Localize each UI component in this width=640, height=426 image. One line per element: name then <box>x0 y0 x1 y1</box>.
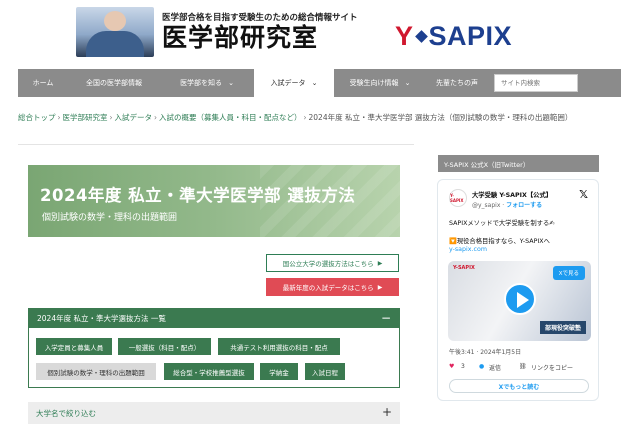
media-banner: 部現役突破塾 <box>539 321 586 334</box>
hero-banner: 2024年度 私立・準大学医学部 選抜方法 個別試験の数学・理科の出題範囲 <box>28 165 400 237</box>
chip-enrollment[interactable]: 入学定員と募集人員 <box>36 338 112 355</box>
copy-link-label[interactable]: リンクをコピー <box>531 363 573 372</box>
tweet-text-line: SAPIXメソッドで大学受験を制する✍ <box>449 220 555 227</box>
reply-label[interactable]: 返信 <box>489 363 501 372</box>
read-more-button[interactable]: Xでもっと読む <box>449 379 589 393</box>
chevron-down-icon: ⌄ <box>311 79 318 87</box>
chevron-down-icon: ⌄ <box>228 79 234 87</box>
nav-item-home[interactable]: ホーム <box>18 69 68 97</box>
doctor-image <box>76 7 154 57</box>
tweet-timestamp[interactable]: 午後3:41 · 2024年1月5日 <box>449 347 521 356</box>
logo-text: 医学部合格を目指す受験生のための総合情報サイト 医学部研究室 <box>162 11 358 53</box>
media-brand: Y-SAPIX <box>453 265 475 271</box>
breadcrumb-link-data[interactable]: 入試データ <box>115 113 153 122</box>
diamond-icon <box>414 29 428 43</box>
nav-item-student-info[interactable]: 受験生向け情報 ⌄ <box>334 69 426 97</box>
tweet-author-name[interactable]: 大学受験 Y-SAPIX【公式】 <box>472 190 552 199</box>
reply-icon[interactable]: ● <box>479 363 484 370</box>
tweet-text-line: 🔽現役合格目指すなら、Y-SAPIXへ <box>449 238 550 245</box>
site-title: 医学部研究室 <box>162 23 319 52</box>
nav-item-medical-info[interactable]: 全国の医学部情報 <box>68 69 160 97</box>
breadcrumb: 総合トップ › 医学部研究室 › 入試データ › 入試の概要（募集人員・科目・配点など） › 2… <box>18 113 573 122</box>
chip-common-test[interactable]: 共通テスト利用選抜の科目・配点 <box>218 338 340 355</box>
heart-icon[interactable]: ♥ <box>449 363 454 370</box>
chevron-down-icon: ⌄ <box>404 79 411 87</box>
link-icon[interactable]: ⛓ <box>519 363 527 370</box>
page-subtitle: 個別試験の数学・理科の出題範囲 <box>42 213 178 223</box>
site-logo[interactable]: 医学部合格を目指す受験生のための総合情報サイト 医学部研究室 <box>76 6 378 58</box>
tweet-handle: @y_sapix · フォローする <box>472 202 543 209</box>
arrow-right-icon: ▶ <box>377 283 383 291</box>
like-count: 3 <box>461 363 465 370</box>
chip-schedule[interactable]: 入試日程 <box>305 363 345 380</box>
tweet-link[interactable]: y-sapix.com <box>449 246 487 253</box>
search-input[interactable] <box>494 74 578 92</box>
chip-recommendation[interactable]: 総合型・学校推薦型選抜 <box>164 363 254 380</box>
nav-item-senior-voices[interactable]: 先輩たちの声 <box>426 69 488 97</box>
national-selection-link-button[interactable]: 国公立大学の選抜方法はこちら ▶ <box>266 254 399 272</box>
chip-general-selection[interactable]: 一般選抜（科目・配点） <box>118 338 211 355</box>
ysapix-logo-sapix: SAPIX <box>428 20 513 51</box>
site-header: 医学部合格を目指す受験生のための総合情報サイト 医学部研究室 Y SAPIX <box>0 0 640 66</box>
breadcrumb-link-top[interactable]: 総合トップ <box>18 113 56 122</box>
panel-header[interactable]: 2024年度 私立・準大学選抜方法 一覧 − <box>29 309 399 328</box>
ysapix-logo[interactable]: Y SAPIX <box>395 20 513 51</box>
panel-title: 2024年度 私立・準大学選抜方法 一覧 <box>37 314 166 323</box>
collapse-icon[interactable]: − <box>381 311 391 325</box>
filter-label: 大学名で絞り込む <box>36 408 96 418</box>
page-title: 2024年度 私立・準大学医学部 選抜方法 <box>40 186 356 205</box>
tweet-video[interactable]: Y-SAPIX Xで見る 部現役突破塾 <box>448 261 591 341</box>
arrow-right-icon: ▶ <box>377 259 383 267</box>
site-tagline: 医学部合格を目指す受験生のための総合情報サイト <box>162 13 358 23</box>
latest-data-link-button[interactable]: 最新年度の入試データはこちら ▶ <box>266 278 399 296</box>
nav-item-know-medical[interactable]: 医学部を知る ⌄ <box>160 69 254 97</box>
view-on-x-button[interactable]: Xで見る <box>552 266 585 280</box>
main-nav: ホーム 全国の医学部情報 医学部を知る ⌄ 入試データ ⌄ 受験生向け情報 ⌄ 先輩た… <box>18 69 621 97</box>
follow-link[interactable]: フォローする <box>506 202 542 209</box>
ysapix-logo-y: Y <box>395 20 414 51</box>
embedded-tweet[interactable]: Y-SAPIX 大学受験 Y-SAPIX【公式】 @y_sapix · フォロー… <box>437 179 599 401</box>
play-icon[interactable] <box>504 283 536 315</box>
nav-item-exam-data[interactable]: 入試データ ⌄ <box>254 69 334 97</box>
university-filter-toggle[interactable]: 大学名で絞り込む + <box>28 402 400 424</box>
expand-icon: + <box>381 405 392 419</box>
breadcrumb-link-lab[interactable]: 医学部研究室 <box>63 113 108 122</box>
chip-exam-scope[interactable]: 個別試験の数学・理科の出題範囲 <box>36 363 156 380</box>
chip-tuition[interactable]: 学納金 <box>260 363 298 380</box>
tweet-actions: ♥ 3 ● 返信 ⛓ リンクをコピー <box>449 363 589 373</box>
divider <box>18 144 414 145</box>
sidebar-heading: Y-SAPIX 公式X（旧Twitter） <box>438 155 599 172</box>
avatar[interactable]: Y-SAPIX <box>449 189 467 207</box>
breadcrumb-current: 2024年度 私立・準大学医学部 選抜方法（個別試験の数学・理科の出題範囲） <box>308 113 573 122</box>
x-logo-icon[interactable]: 𝕏 <box>579 188 588 201</box>
breadcrumb-link-overview[interactable]: 入試の概要（募集人員・科目・配点など） <box>159 113 302 122</box>
